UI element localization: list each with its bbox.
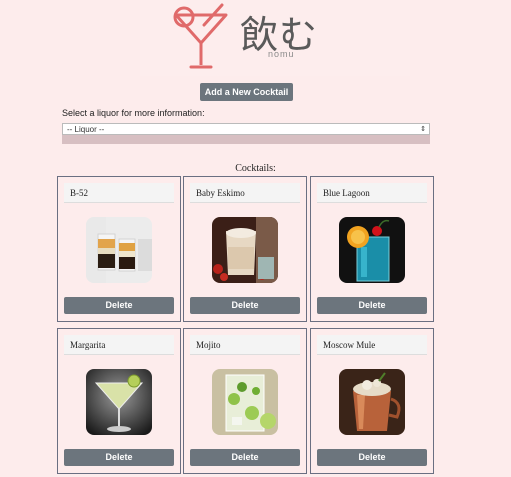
- cocktail-name: Blue Lagoon: [317, 183, 427, 203]
- cocktail-card[interactable]: Baby Eskimo Delete: [183, 176, 307, 322]
- select-dropdown-shadow: [62, 135, 430, 144]
- cocktail-photo: [339, 369, 405, 435]
- cocktail-name: B-52: [64, 183, 174, 203]
- cocktail-name: Mojito: [190, 335, 300, 355]
- cocktail-card[interactable]: Blue Lagoon Delete: [310, 176, 434, 322]
- liquor-select-label: Select a liquor for more information:: [62, 108, 205, 118]
- cocktails-heading: Cocktails:: [235, 163, 276, 174]
- logo-subtitle: nomu: [268, 49, 295, 59]
- delete-button[interactable]: Delete: [317, 297, 427, 314]
- delete-button[interactable]: Delete: [317, 449, 427, 466]
- cocktail-name: Moscow Mule: [317, 335, 427, 355]
- cocktail-photo: [212, 369, 278, 435]
- cocktail-card[interactable]: Mojito Delete: [183, 328, 307, 474]
- select-arrows-icon: ⇕: [420, 126, 426, 133]
- cocktail-card[interactable]: B-52 Delete: [57, 176, 181, 322]
- delete-button[interactable]: Delete: [64, 297, 174, 314]
- cocktail-glass-icon: [173, 3, 228, 69]
- cocktail-photo: [86, 369, 152, 435]
- delete-button[interactable]: Delete: [190, 449, 300, 466]
- cocktail-photo: [339, 217, 405, 283]
- site-logo: 飲む nomu: [140, 0, 410, 76]
- delete-button[interactable]: Delete: [64, 449, 174, 466]
- cocktail-name: Baby Eskimo: [190, 183, 300, 203]
- cocktail-card[interactable]: Margarita Delete: [57, 328, 181, 474]
- cocktail-name: Margarita: [64, 335, 174, 355]
- add-cocktail-button[interactable]: Add a New Cocktail: [200, 83, 293, 101]
- liquor-select[interactable]: -- Liquor -- ⇕: [62, 123, 430, 135]
- cocktail-photo: [86, 217, 152, 283]
- cocktail-photo: [212, 217, 278, 283]
- liquor-select-value: -- Liquor --: [67, 125, 105, 134]
- cocktail-card[interactable]: Moscow Mule Delete: [310, 328, 434, 474]
- delete-button[interactable]: Delete: [190, 297, 300, 314]
